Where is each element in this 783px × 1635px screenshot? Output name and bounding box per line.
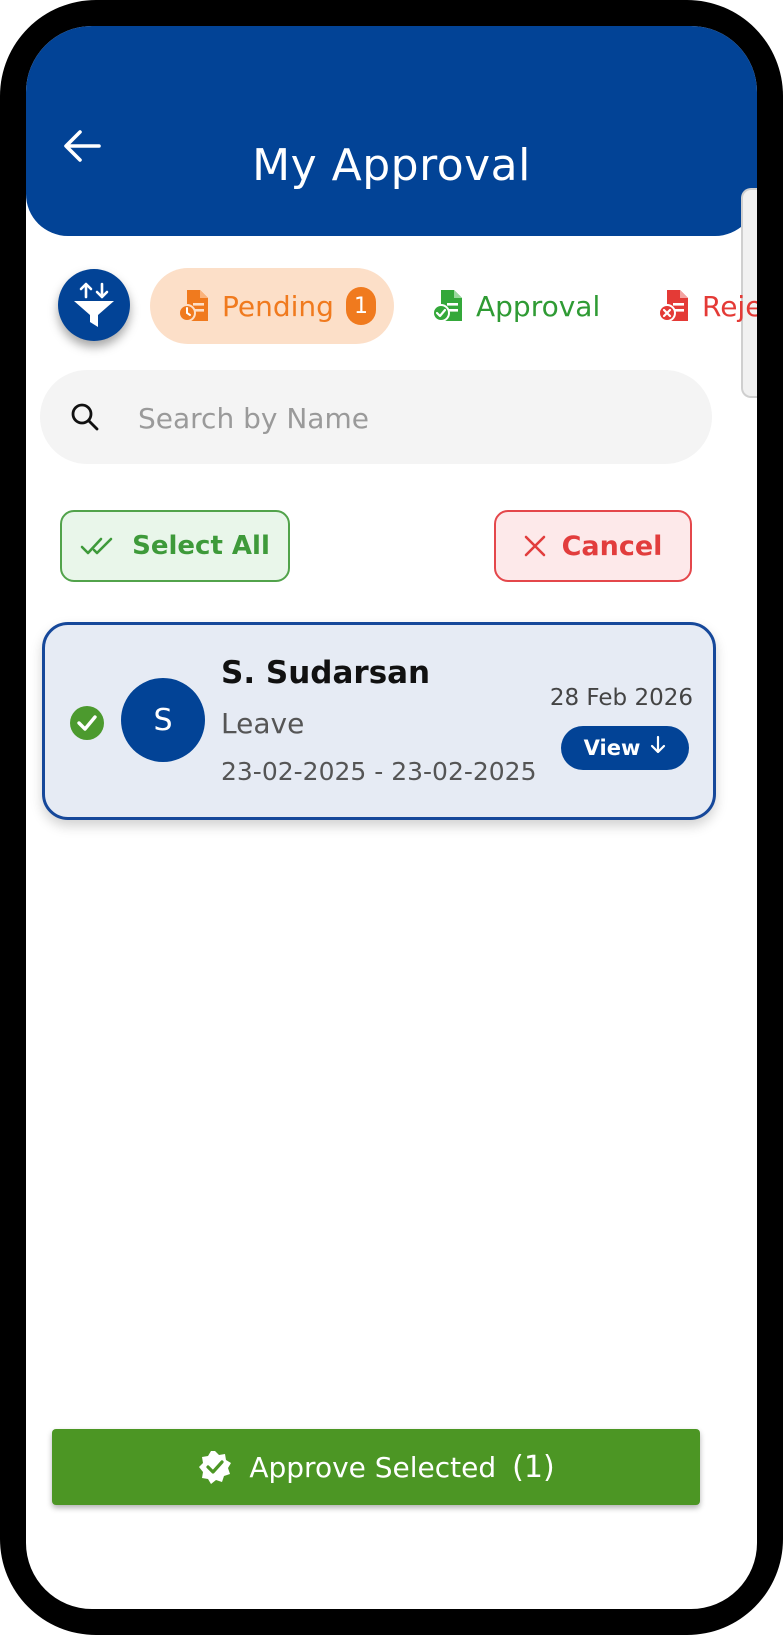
approve-selected-button[interactable]: Approve Selected (1) xyxy=(52,1429,700,1505)
cancel-button[interactable]: Cancel xyxy=(494,510,692,582)
search-bar xyxy=(40,370,712,464)
tab-rejected-label: Rejected xyxy=(702,289,757,323)
approve-selected-label: Approve Selected xyxy=(249,1450,497,1484)
pending-count-badge: 1 xyxy=(345,287,376,325)
verified-badge-icon xyxy=(199,1451,232,1484)
page-title: My Approval xyxy=(252,140,531,191)
app-screen: My Approval Pending 1 Approval Reje Sear… xyxy=(26,26,757,1609)
cancel-label: Cancel xyxy=(561,530,663,562)
tab-pending-label: Pending xyxy=(222,289,334,323)
tab-approval[interactable]: Approval xyxy=(432,268,600,344)
selected-count: (1) xyxy=(512,1449,555,1485)
select-all-button[interactable]: Select All xyxy=(60,510,290,582)
rejected-document-icon xyxy=(658,290,688,322)
arrow-down-icon xyxy=(651,735,666,754)
list-item[interactable]: S S. Sudarsan Leave 23-02-2025 - 23-02-2… xyxy=(42,622,716,820)
avatar: S xyxy=(121,678,205,762)
tab-rejected[interactable]: Rejected xyxy=(658,268,757,344)
pending-document-icon xyxy=(178,290,208,322)
select-all-label: Select All xyxy=(132,531,270,561)
funnel-sort-icon xyxy=(74,282,114,327)
sort-filter-button[interactable] xyxy=(58,269,130,341)
double-check-icon xyxy=(80,537,113,555)
view-button[interactable]: View xyxy=(561,726,689,770)
search-icon xyxy=(71,403,99,431)
request-date-range: 23-02-2025 - 23-02-2025 xyxy=(221,757,537,786)
selected-check-icon[interactable] xyxy=(69,705,105,741)
phone-frame: My Approval Pending 1 Approval Reje Sear… xyxy=(0,0,783,1635)
search-input[interactable] xyxy=(136,390,680,446)
close-icon xyxy=(524,535,545,557)
approved-document-icon xyxy=(432,290,462,322)
tab-pending[interactable]: Pending 1 xyxy=(150,268,394,344)
tab-approval-label: Approval xyxy=(476,289,601,323)
requester-name: S. Sudarsan xyxy=(221,655,431,691)
status-tabs: Pending 1 Approval Reje xyxy=(150,268,757,344)
view-label: View xyxy=(583,736,641,760)
request-type: Leave xyxy=(221,707,305,740)
app-header: My Approval xyxy=(26,26,757,236)
request-date: 28 Feb 2026 xyxy=(549,685,693,711)
